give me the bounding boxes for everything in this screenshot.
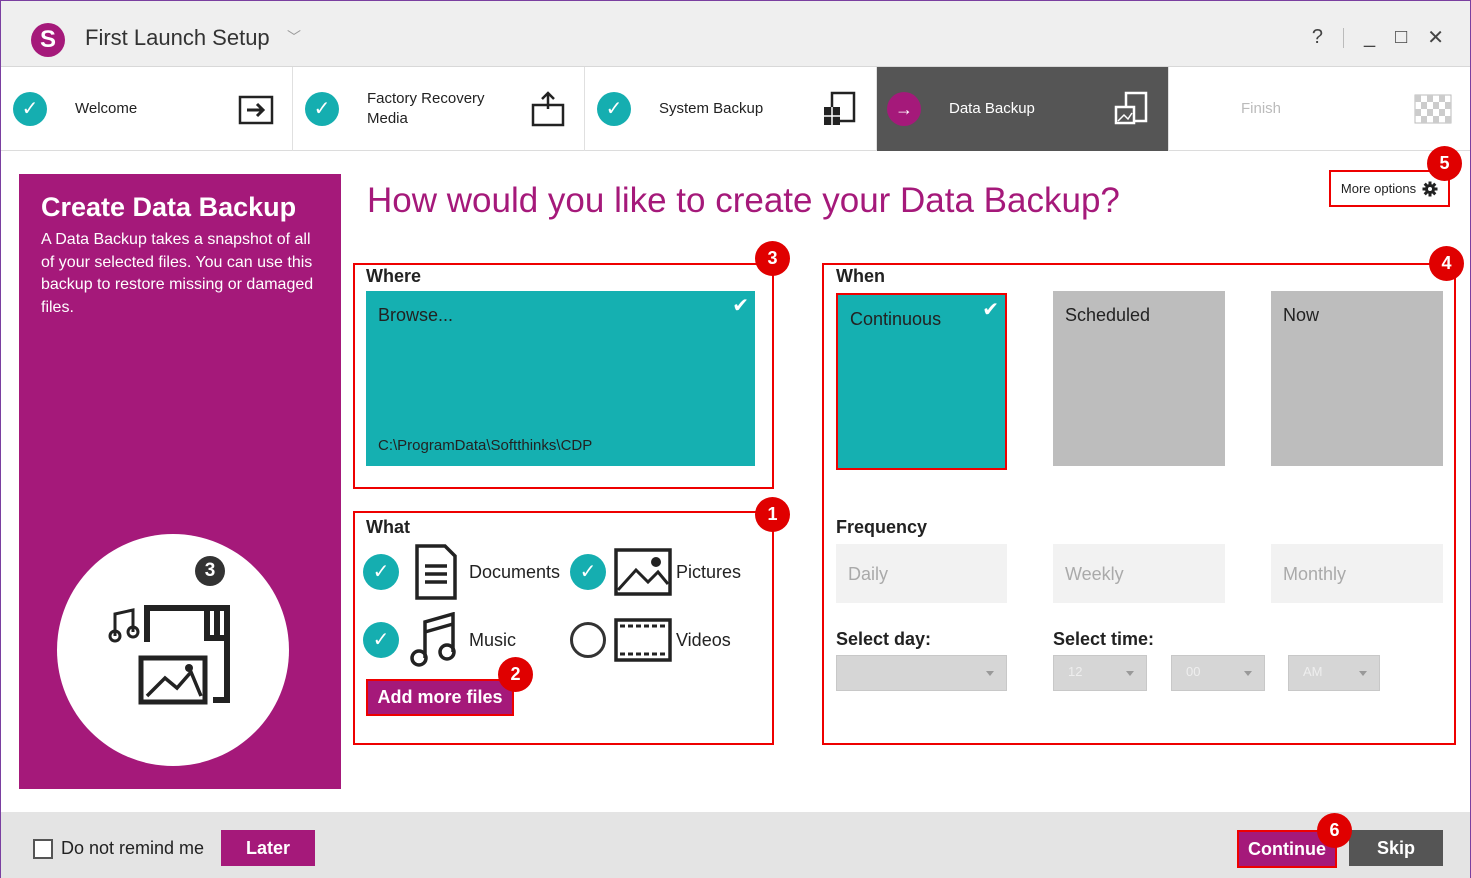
when-option-label: Continuous <box>850 309 942 329</box>
divider <box>1343 27 1345 48</box>
annotation-marker-2: 2 <box>498 657 533 692</box>
browse-label: Browse... <box>378 305 454 325</box>
panel-description: A Data Backup takes a snapshot of all of… <box>41 231 314 316</box>
more-options-label: More options <box>1340 181 1417 196</box>
annotation-marker-1: 1 <box>755 497 790 532</box>
add-more-files-button[interactable]: Add more files <box>366 679 514 716</box>
what-item-music[interactable]: ✓ Music <box>363 612 516 668</box>
later-button[interactable]: Later <box>221 830 315 866</box>
select-hour-dropdown[interactable]: 12 <box>1053 655 1147 691</box>
step-data-backup[interactable]: → Data Backup <box>877 67 1169 151</box>
panel-title: Create Data Backup <box>41 192 297 222</box>
step-label: Welcome <box>75 100 138 117</box>
picture-icon <box>614 548 672 596</box>
step-system-backup[interactable]: ✓ System Backup <box>585 67 877 151</box>
window-controls: ? _ □ ✕ <box>1312 25 1444 50</box>
illustration-circle: 3 <box>57 534 289 766</box>
step-number-badge: 3 <box>195 556 225 586</box>
check-icon: ✓ <box>597 92 631 126</box>
unchecked-circle-icon[interactable] <box>570 622 606 658</box>
check-icon: ✔ <box>732 295 749 317</box>
step-label: Finish <box>1241 100 1282 117</box>
chevron-down-icon <box>1359 671 1367 676</box>
step-label: System Backup <box>659 100 764 117</box>
footer-bar: Do not remind me Later Continue Skip <box>1 812 1470 878</box>
frequency-monthly[interactable]: Monthly <box>1271 544 1443 603</box>
annotation-marker-6: 6 <box>1317 813 1352 848</box>
step-factory-recovery-media[interactable]: ✓ Factory Recovery Media <box>293 67 585 151</box>
annotation-marker-4: 4 <box>1429 246 1464 281</box>
what-item-documents[interactable]: ✓ Documents <box>363 544 560 600</box>
where-label: Where <box>366 266 422 286</box>
select-ampm-value: AM <box>1303 664 1323 679</box>
help-button[interactable]: ? <box>1312 26 1323 49</box>
annotation-marker-5: 5 <box>1427 146 1462 181</box>
frequency-label: Frequency <box>836 517 928 537</box>
what-item-label: Music <box>469 629 517 650</box>
data-backup-illustration-icon <box>108 605 230 705</box>
window-title: First Launch Setup <box>85 25 270 50</box>
music-icon <box>410 612 456 667</box>
chevron-down-icon <box>1244 671 1252 676</box>
browse-tile[interactable]: Browse... ✔ C:\ProgramData\Softthinks\CD… <box>366 291 755 466</box>
setup-window: S First Launch Setup ﹀ ? _ □ ✕ ✓ Welcome… <box>0 0 1471 878</box>
what-item-label: Pictures <box>676 561 742 582</box>
what-item-pictures[interactable]: ✓ Pictures <box>570 544 741 600</box>
maximize-button[interactable]: □ <box>1395 26 1407 49</box>
step-welcome[interactable]: ✓ Welcome <box>1 67 293 151</box>
check-icon: ✓ <box>13 92 47 126</box>
do-not-remind-label[interactable]: Do not remind me <box>61 838 204 859</box>
when-option-label: Now <box>1283 305 1320 325</box>
check-icon[interactable]: ✓ <box>363 554 399 590</box>
setup-stepper: ✓ Welcome ✓ Factory Recovery Media ✓ Sys… <box>1 67 1470 151</box>
checkered-flag-icon <box>1414 94 1452 124</box>
app-logo-icon: S <box>31 23 65 57</box>
chevron-down-icon[interactable]: ﹀ <box>287 27 301 47</box>
minimize-button[interactable]: _ <box>1364 26 1375 49</box>
select-hour-value: 12 <box>1068 664 1083 679</box>
when-option-now[interactable]: Now <box>1271 291 1443 466</box>
select-minute-dropdown[interactable]: 00 <box>1171 655 1265 691</box>
check-icon: ✓ <box>305 92 339 126</box>
when-label: When <box>836 266 885 286</box>
system-backup-icon <box>824 91 856 125</box>
what-item-label: Videos <box>676 629 731 650</box>
frequency-daily[interactable]: Daily <box>836 544 1007 603</box>
annotation-marker-3: 3 <box>755 241 790 276</box>
gear-icon <box>1422 181 1438 196</box>
what-item-videos[interactable]: Videos <box>570 612 731 668</box>
info-panel: Create Data Backup A Data Backup takes a… <box>19 174 341 789</box>
recovery-media-icon <box>531 91 565 127</box>
step-finish[interactable]: Finish <box>1169 67 1469 151</box>
chevron-down-icon <box>986 671 994 676</box>
check-icon[interactable]: ✓ <box>363 622 399 658</box>
check-icon: ✔ <box>982 299 999 321</box>
video-film-icon <box>614 618 672 662</box>
data-backup-icon <box>1114 91 1148 125</box>
chevron-down-icon <box>1126 671 1134 676</box>
skip-button[interactable]: Skip <box>1349 830 1443 866</box>
select-time-label: Select time: <box>1053 629 1155 649</box>
check-icon[interactable]: ✓ <box>570 554 606 590</box>
select-minute-value: 00 <box>1186 664 1201 679</box>
page-heading: How would you like to create your Data B… <box>367 181 1120 220</box>
do-not-remind-checkbox[interactable] <box>33 839 53 859</box>
arrow-right-icon: → <box>887 92 921 126</box>
what-item-label: Documents <box>469 561 561 582</box>
step-label: Factory Recovery Media <box>367 90 485 127</box>
title-bar: S First Launch Setup ﹀ ? _ □ ✕ <box>1 1 1470 67</box>
what-label: What <box>366 517 410 537</box>
enter-arrow-icon <box>238 95 274 125</box>
select-day-dropdown[interactable] <box>836 655 1007 691</box>
when-option-label: Scheduled <box>1065 305 1151 325</box>
close-button[interactable]: ✕ <box>1427 25 1444 50</box>
select-day-label: Select day: <box>836 629 932 649</box>
document-icon <box>415 544 457 600</box>
select-ampm-dropdown[interactable]: AM <box>1288 655 1380 691</box>
backup-path: C:\ProgramData\Softthinks\CDP <box>378 437 593 454</box>
step-label: Data Backup <box>949 100 1035 117</box>
when-option-scheduled[interactable]: Scheduled <box>1053 291 1225 466</box>
when-option-continuous[interactable]: Continuous ✔ <box>836 293 1007 470</box>
frequency-weekly[interactable]: Weekly <box>1053 544 1225 603</box>
